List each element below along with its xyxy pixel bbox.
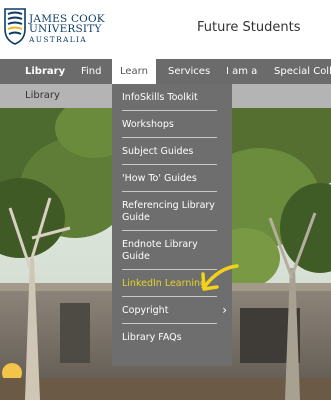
breadcrumb-library-link[interactable]: Library xyxy=(25,84,60,108)
menu-item-infoskills-toolkit[interactable]: InfoSkills Toolkit xyxy=(122,84,217,111)
nav-item-find[interactable]: Find xyxy=(81,59,102,84)
menu-item-workshops[interactable]: Workshops xyxy=(122,111,217,138)
chevron-right-icon[interactable]: › xyxy=(222,304,227,316)
university-logo-text[interactable]: JAMES COOK UNIVERSITY AUSTRALIA xyxy=(29,14,105,45)
nav-item-learn[interactable]: Learn xyxy=(112,59,156,84)
logo-line-3: AUSTRALIA xyxy=(29,35,87,44)
nav-item-services[interactable]: Services xyxy=(168,59,210,84)
jcu-logo-icon[interactable] xyxy=(4,7,26,45)
main-navigation: Library Find Learn Services I am a Speci… xyxy=(0,59,331,84)
nav-item-library[interactable]: Library xyxy=(25,59,65,84)
site-header: JAMES COOK UNIVERSITY AUSTRALIA Future S… xyxy=(0,0,331,59)
nav-item-i-am-a[interactable]: I am a xyxy=(226,59,257,84)
logo-line-2: UNIVERSITY xyxy=(29,23,102,35)
future-students-link[interactable]: Future Students xyxy=(197,20,300,35)
menu-item-subject-guides[interactable]: Subject Guides xyxy=(122,138,217,165)
menu-item-how-to-guides[interactable]: 'How To' Guides xyxy=(122,165,217,192)
nav-item-special-collections[interactable]: Special Colle xyxy=(274,59,331,84)
menu-item-copyright[interactable]: Copyright › xyxy=(122,297,227,324)
learn-dropdown-menu: InfoSkills Toolkit Workshops Subject Gui… xyxy=(112,84,232,366)
menu-item-library-faqs[interactable]: Library FAQs xyxy=(122,324,217,350)
arrow-annotation-icon xyxy=(201,264,239,291)
menu-item-copyright-label: Copyright xyxy=(122,305,169,316)
menu-item-referencing-library-guide[interactable]: Referencing Library Guide xyxy=(122,192,217,231)
